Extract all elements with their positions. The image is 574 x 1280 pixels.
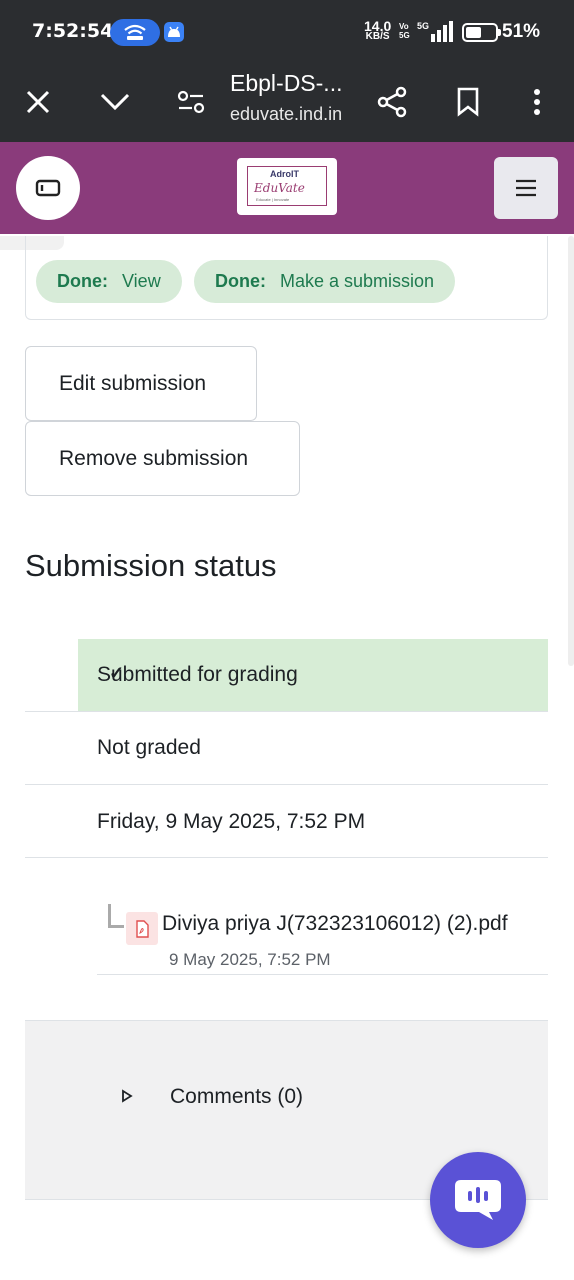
hotspot-indicator (110, 19, 160, 46)
row-divider (97, 974, 548, 975)
drawer-icon (35, 179, 61, 197)
battery-percent: 51% (502, 21, 541, 42)
share-icon[interactable] (370, 80, 414, 124)
pdf-file-icon (126, 912, 158, 945)
chat-icon (455, 1180, 501, 1220)
volte-icon: Vo 5G (399, 22, 410, 40)
svg-text:5G: 5G (417, 21, 429, 31)
completion-submission: Done: Make a submission (194, 260, 456, 303)
hamburger-menu-button[interactable] (494, 157, 558, 219)
status-time: 7:52:54 (32, 20, 114, 42)
close-icon[interactable] (16, 80, 60, 124)
row-divider (25, 857, 548, 858)
wifi-icon (124, 24, 146, 40)
completion-view: Done: View (36, 260, 182, 303)
more-vert-icon[interactable] (515, 80, 559, 124)
page-title: Ebpl-DS-... (230, 70, 343, 96)
row-divider (25, 711, 548, 712)
grading-status-value: Not graded (97, 736, 201, 759)
site-header: AdroIT EduVate Educate | Innovate (0, 142, 574, 234)
last-modified-value: Friday, 9 May 2025, 7:52 PM (97, 810, 366, 833)
browser-toolbar: Ebpl-DS-... eduvate.ind.in (0, 64, 574, 142)
caret-right-icon[interactable] (121, 1089, 133, 1103)
file-date: 9 May 2025, 7:52 PM (169, 950, 331, 969)
android-notification-icon (164, 22, 184, 42)
chevron-down-icon[interactable] (93, 80, 137, 124)
hamburger-icon (516, 179, 536, 197)
network-speed: 14.0 KB/S (364, 18, 392, 42)
signal-icon: 5G (417, 21, 453, 42)
section-heading: Submission status (25, 548, 277, 583)
battery-icon (462, 23, 501, 42)
scrollbar[interactable] (568, 236, 574, 666)
site-settings-icon[interactable] (169, 80, 213, 124)
site-logo[interactable]: AdroIT EduVate Educate | Innovate (237, 158, 337, 215)
status-bar: 7:52:54 14.0 KB/S Vo 5G 5G 51% (0, 0, 574, 64)
edit-submission-button[interactable]: Edit submission (25, 346, 257, 421)
check-icon: ✓ (109, 663, 125, 683)
drawer-toggle-button[interactable] (16, 156, 80, 220)
page-domain: eduvate.ind.in (230, 104, 343, 124)
bookmark-icon[interactable] (446, 80, 490, 124)
submission-status-value: Submitted for grading (78, 639, 548, 711)
tree-connector (108, 904, 124, 928)
comments-toggle[interactable]: Comments (0) (170, 1085, 303, 1109)
activity-completion: Done: View Done: Make a submission (25, 236, 548, 320)
row-divider (25, 784, 548, 785)
submitted-file-link[interactable]: Diviya priya J(732323106012) (2).pdf (162, 912, 508, 936)
remove-submission-button[interactable]: Remove submission (25, 421, 300, 496)
chat-button[interactable] (430, 1152, 526, 1248)
